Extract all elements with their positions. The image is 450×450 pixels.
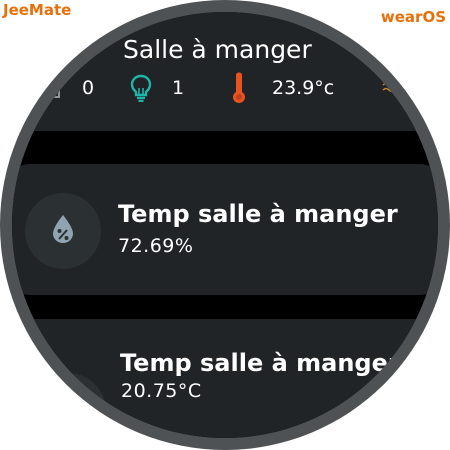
watch-screen: Salle à manger 0 1 23.9°c Temp salle à m… — [12, 12, 438, 438]
heating-stat — [382, 75, 410, 101]
thermometer-icon — [232, 72, 246, 104]
heating-icon — [382, 81, 410, 95]
temperature-sensor-icon — [56, 393, 80, 428]
brand-jeemate: JeeMate — [3, 1, 72, 19]
humidity-icon-badge — [25, 193, 101, 269]
light-stat: 1 — [130, 74, 185, 102]
door-count: 0 — [82, 77, 95, 99]
lightbulb-icon — [130, 74, 152, 102]
light-count: 1 — [172, 77, 185, 99]
temperature-stat: 23.9°c — [232, 72, 335, 104]
sensor-name-humidity: Temp salle à manger — [118, 200, 398, 228]
door-stat: 0 — [38, 75, 94, 101]
window-icon — [38, 76, 62, 100]
sensor-value-temperature: 20.75°C — [121, 380, 202, 402]
watch-stage: JeeMate wearOS Salle à manger 0 1 23.9°c… — [0, 0, 450, 450]
brand-wearos: wearOS — [380, 8, 446, 26]
sensor-name-temperature: Temp salle à manger — [120, 349, 400, 377]
room-summary-card[interactable] — [12, 12, 438, 131]
sensor-value-humidity: 72.69% — [118, 235, 194, 257]
temperature-value: 23.9°c — [272, 77, 335, 99]
humidity-icon — [51, 214, 75, 248]
room-title: Salle à manger — [123, 35, 312, 64]
watch-bezel: Salle à manger 0 1 23.9°c Temp salle à m… — [0, 0, 450, 450]
